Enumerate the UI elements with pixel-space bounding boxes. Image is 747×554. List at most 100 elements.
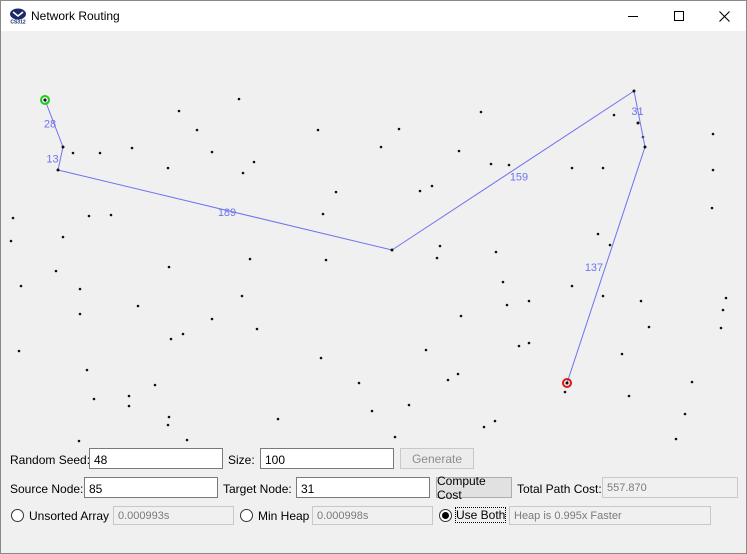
graph-node: [563, 390, 567, 394]
graph-node: [527, 341, 531, 345]
graph-node: [457, 149, 461, 153]
graph-node: [87, 214, 91, 218]
graph-node: [418, 189, 422, 193]
target-node: [565, 381, 569, 385]
graph-node: [17, 349, 21, 353]
graph-node: [240, 294, 244, 298]
graph-node: [505, 303, 509, 307]
app-window: CS312 Network Routing 28 13 189 159 31 137 Ra…: [0, 0, 747, 554]
graph-node: [78, 287, 82, 291]
graph-node: [237, 97, 241, 101]
graph-node: [501, 280, 505, 284]
path-node: [56, 168, 60, 172]
graph-node: [19, 284, 23, 288]
graph-node: [612, 113, 616, 117]
path-node: [632, 89, 636, 93]
edge-cost-label: 189: [218, 207, 236, 219]
graph-node: [724, 296, 728, 300]
graph-node: [167, 415, 171, 419]
graph-node: [397, 127, 401, 131]
graph-node: [435, 256, 439, 260]
compute-cost-button[interactable]: Compute Cost: [436, 474, 512, 502]
graph-node: [185, 438, 189, 442]
graph-node: [438, 244, 442, 248]
graph-node: [393, 435, 397, 439]
graph-node: [98, 151, 102, 155]
graph-node: [248, 257, 252, 261]
graph-node: [276, 417, 280, 421]
graph-canvas[interactable]: 28 13 189 159 31 137: [1, 31, 746, 443]
graph-node: [424, 348, 428, 352]
graph-node: [601, 166, 605, 170]
size-input[interactable]: 100: [260, 448, 394, 469]
graph-node: [166, 166, 170, 170]
graph-node: [690, 380, 694, 384]
svg-text:CS312: CS312: [10, 20, 26, 25]
use-both-label[interactable]: Use Both: [454, 507, 507, 523]
graph-node: [482, 425, 486, 429]
edge-cost-label: 159: [510, 172, 528, 184]
edge-cost-label: 137: [585, 262, 603, 274]
title-bar: CS312 Network Routing: [1, 1, 746, 31]
graph-node: [210, 317, 214, 321]
graph-node: [78, 312, 82, 316]
maximize-icon: [674, 11, 684, 21]
graph-node: [127, 394, 131, 398]
graph-node: [570, 166, 574, 170]
graph-node: [710, 206, 714, 210]
close-icon: [718, 10, 730, 22]
target-node-input[interactable]: 31: [296, 477, 430, 498]
path-edge: [391, 90, 635, 251]
edge-cost-label: 31: [631, 106, 643, 118]
graph-node: [601, 294, 605, 298]
graph-node: [507, 163, 511, 167]
graph-node: [71, 151, 75, 155]
graph-node: [711, 132, 715, 136]
close-button[interactable]: [701, 1, 746, 31]
min-heap-radio[interactable]: [240, 509, 253, 522]
graph-node: [683, 412, 687, 416]
graph-node: [252, 160, 256, 164]
graph-node: [130, 146, 134, 150]
target-node-label: Target Node:: [223, 482, 292, 496]
graph-node: [92, 397, 96, 401]
unsorted-array-radio[interactable]: [11, 509, 24, 522]
graph-node: [711, 168, 715, 172]
graph-node: [241, 171, 245, 175]
graph-node: [596, 232, 600, 236]
graph-node: [479, 110, 483, 114]
unsorted-array-label[interactable]: Unsorted Array: [29, 509, 109, 523]
total-path-cost-field: 557.870: [602, 477, 738, 498]
graph-node: [9, 239, 13, 243]
graph-node: [166, 423, 170, 427]
graph-node: [446, 378, 450, 382]
min-heap-label[interactable]: Min Heap: [258, 509, 309, 523]
graph-node: [319, 356, 323, 360]
graph-node: [153, 383, 157, 387]
edge-cost-label: 28: [44, 119, 56, 131]
graph-node: [136, 304, 140, 308]
graph-node: [85, 368, 89, 372]
graph-node: [324, 258, 328, 262]
cs312-logo-icon: CS312: [10, 8, 26, 25]
random-seed-input[interactable]: 48: [89, 448, 223, 469]
graph-node: [316, 128, 320, 132]
minimize-button[interactable]: [610, 1, 656, 31]
graph-node: [407, 403, 411, 407]
path-node: [61, 145, 65, 149]
graph-node: [721, 308, 725, 312]
graph-node: [430, 184, 434, 188]
use-both-radio[interactable]: [439, 509, 452, 522]
generate-button[interactable]: Generate: [400, 448, 474, 469]
graph-node: [77, 439, 81, 443]
graph-node: [493, 419, 497, 423]
graph-node: [357, 381, 361, 385]
source-node-input[interactable]: 85: [84, 477, 218, 498]
window-title: Network Routing: [31, 9, 120, 23]
graph-node: [54, 269, 58, 273]
graph-node: [608, 243, 612, 247]
path-edge: [566, 146, 646, 384]
total-path-cost-label: Total Path Cost:: [517, 482, 602, 496]
graph-node: [456, 372, 460, 376]
maximize-button[interactable]: [656, 1, 702, 31]
